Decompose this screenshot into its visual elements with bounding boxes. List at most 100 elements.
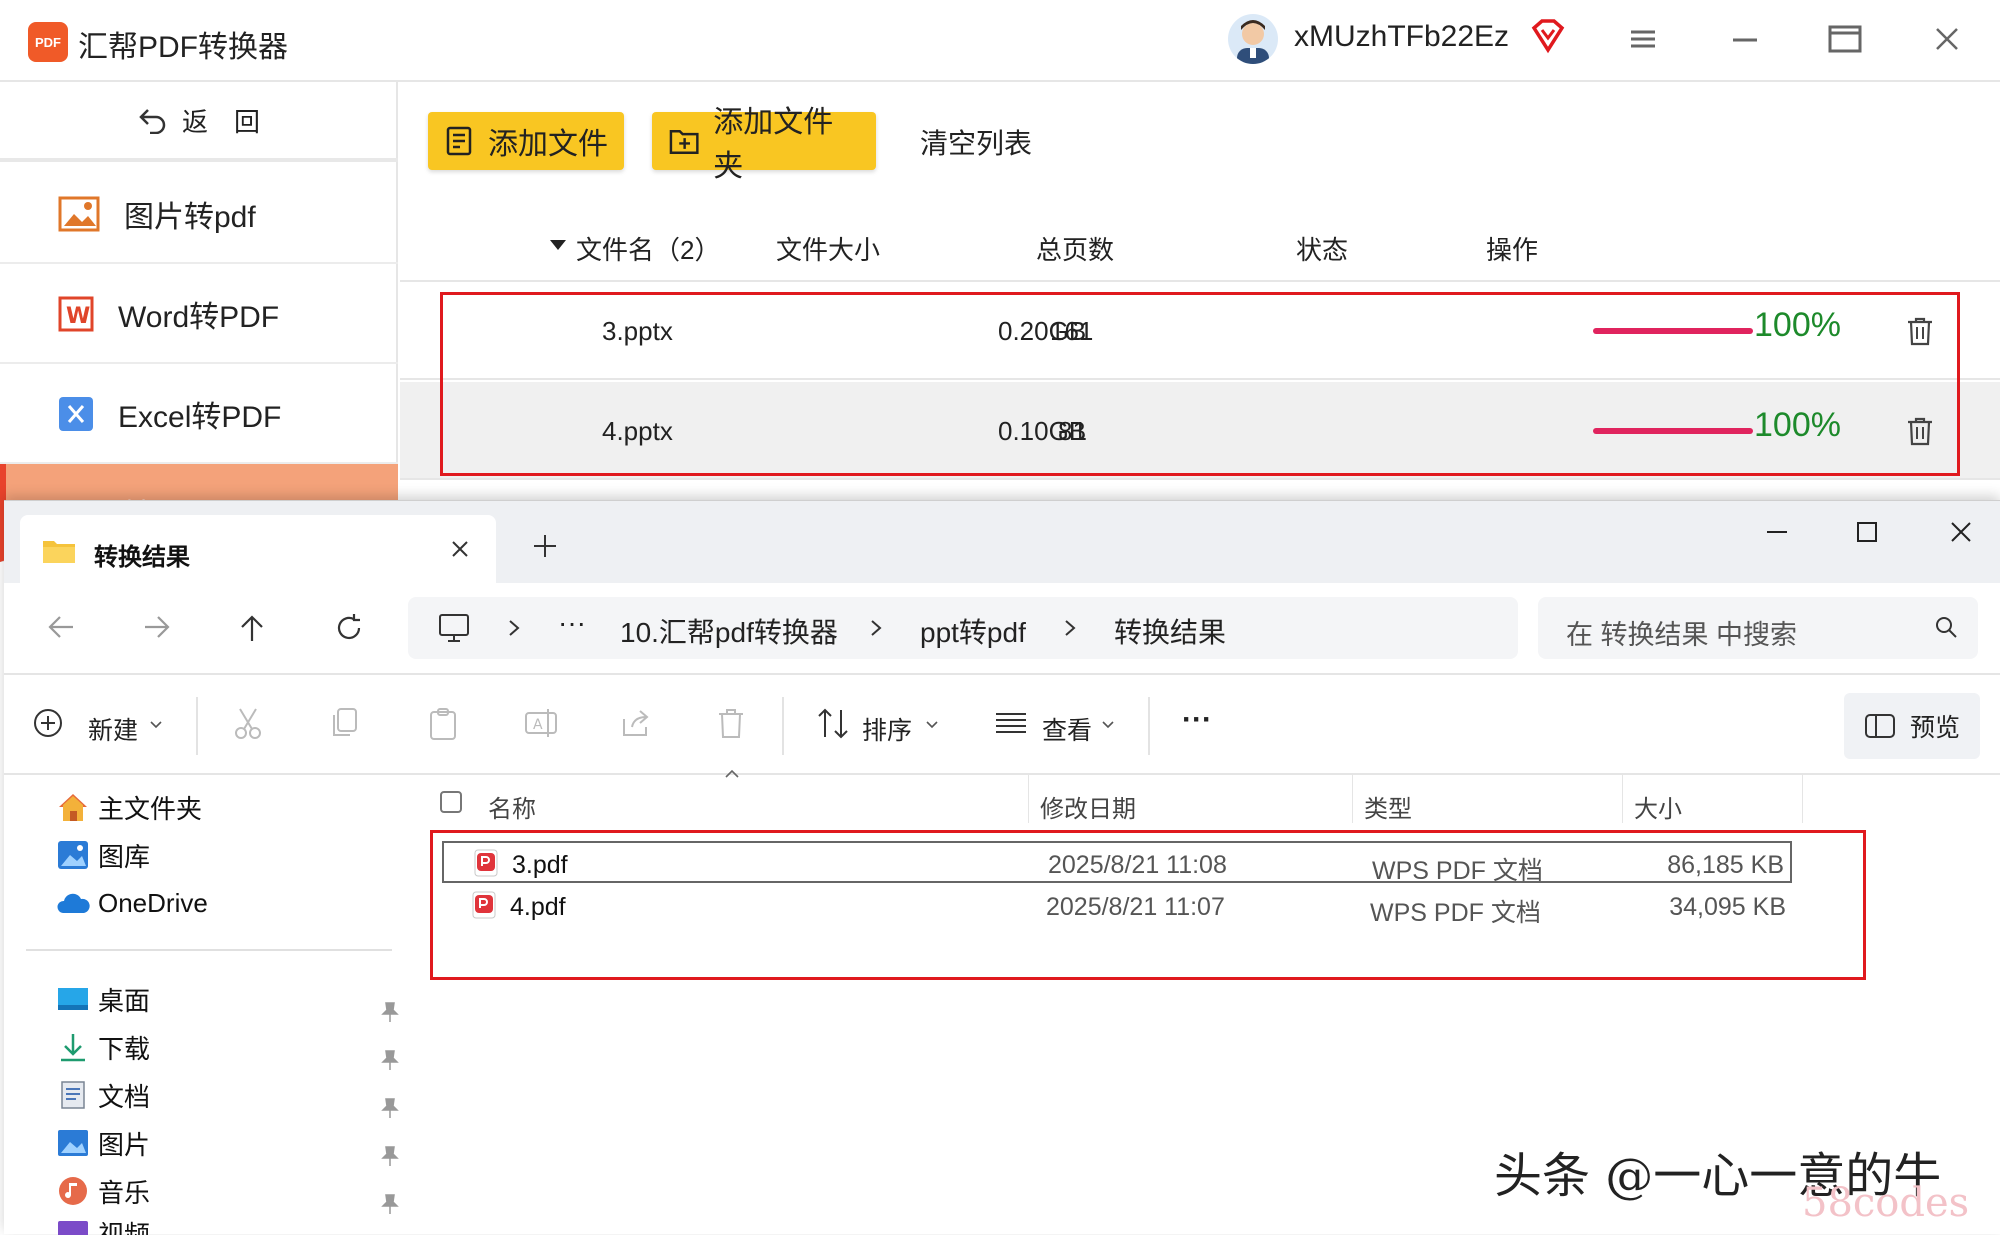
close-icon[interactable]	[1932, 24, 1962, 54]
chevron-right-icon[interactable]	[870, 619, 882, 637]
refresh-icon[interactable]	[334, 613, 364, 643]
column-date[interactable]: 修改日期	[1040, 789, 1136, 824]
search-icon[interactable]	[1934, 615, 1958, 639]
vip-diamond-icon[interactable]	[1530, 18, 1566, 54]
column-action: 操作	[1486, 235, 1539, 265]
pin-icon[interactable]	[380, 1049, 400, 1071]
cut-icon[interactable]	[232, 707, 264, 741]
copy-icon[interactable]	[330, 707, 360, 739]
column-divider[interactable]	[1352, 775, 1353, 823]
nav-item-videos[interactable]: 视频	[56, 1217, 150, 1235]
add-file-label: 添加文件	[488, 128, 608, 161]
column-filename[interactable]: 文件名（2）	[576, 230, 720, 267]
clear-list-button[interactable]: 清空列表	[920, 122, 1032, 162]
breadcrumb-item[interactable]: 10.汇帮pdf转换器	[620, 611, 838, 651]
nav-label: 下载	[98, 1033, 151, 1064]
username[interactable]: xMUzhTFb22Ez	[1294, 20, 1509, 54]
view-button[interactable]: 查看	[1042, 711, 1092, 747]
nav-item-music[interactable]: 音乐	[56, 1173, 150, 1209]
plus-circle-icon[interactable]	[32, 707, 64, 739]
tab-conversion-results[interactable]: 转换结果	[20, 515, 496, 585]
column-divider[interactable]	[1802, 775, 1803, 823]
sidebar-item-word-to-pdf[interactable]: W Word转PDF	[0, 266, 398, 364]
up-arrow-icon[interactable]	[238, 613, 266, 643]
rename-icon[interactable]: A	[524, 707, 558, 739]
desktop-icon	[58, 988, 88, 1010]
avatar[interactable]	[1228, 14, 1278, 64]
chevron-right-icon[interactable]	[508, 619, 520, 637]
breadcrumb-ellipsis[interactable]: ···	[558, 607, 586, 639]
maximize-icon[interactable]	[1854, 519, 1880, 545]
preview-pane-icon	[1864, 714, 1895, 738]
menu-icon[interactable]	[1628, 24, 1658, 54]
preview-button[interactable]: 预览	[1844, 693, 1980, 759]
app-titlebar: PDF 汇帮PDF转换器 xMUzhTFb22Ez	[0, 0, 2000, 82]
excel-icon	[59, 397, 93, 431]
chevron-right-icon[interactable]	[1064, 619, 1076, 637]
chevron-down-icon[interactable]	[1102, 721, 1114, 729]
delete-icon[interactable]	[716, 707, 746, 739]
close-icon[interactable]	[1948, 519, 1974, 545]
annotation-highlight-box	[440, 292, 1960, 476]
pin-icon[interactable]	[380, 1097, 400, 1119]
command-bar: 新建 A 排序 查看 ··· 预览	[4, 675, 2000, 775]
minimize-icon[interactable]	[1764, 519, 1790, 545]
nav-item-gallery[interactable]: 图库	[56, 837, 150, 873]
column-name[interactable]: 名称	[488, 789, 536, 824]
new-button[interactable]: 新建	[88, 711, 138, 747]
nav-label: 视频	[98, 1220, 151, 1235]
nav-item-pictures[interactable]: 图片	[56, 1125, 150, 1161]
select-all-checkbox[interactable]	[440, 791, 462, 813]
nav-item-home[interactable]: 主文件夹	[56, 789, 202, 825]
nav-label: OneDrive	[98, 887, 208, 918]
nav-label: 图片	[98, 1129, 151, 1160]
nav-label: 文档	[98, 1081, 151, 1112]
sort-down-icon[interactable]	[550, 240, 566, 252]
sort-icon[interactable]	[816, 707, 850, 739]
new-tab-icon[interactable]	[532, 533, 558, 559]
forward-arrow-icon[interactable]	[142, 613, 172, 641]
maximize-icon[interactable]	[1828, 24, 1862, 54]
search-input[interactable]: 在 转换结果 中搜索	[1538, 597, 1978, 659]
divider	[782, 697, 784, 755]
view-list-icon[interactable]	[994, 711, 1028, 735]
sidebar-item-image-to-pdf[interactable]: 图片转pdf	[0, 166, 398, 264]
column-divider[interactable]	[1028, 775, 1029, 823]
column-size[interactable]: 大小	[1634, 789, 1682, 824]
file-list-header: 名称 修改日期 类型 大小	[412, 769, 1812, 824]
paste-icon[interactable]	[428, 707, 458, 741]
breadcrumb-item[interactable]: ppt转pdf	[920, 611, 1026, 651]
chevron-down-icon[interactable]	[150, 721, 162, 729]
close-icon[interactable]	[448, 537, 472, 561]
back-arrow-icon[interactable]	[46, 613, 76, 641]
address-bar[interactable]: ··· 10.汇帮pdf转换器 ppt转pdf 转换结果	[408, 597, 1518, 659]
share-icon[interactable]	[620, 707, 652, 739]
breadcrumb-item[interactable]: 转换结果	[1114, 611, 1226, 651]
sort-button[interactable]: 排序	[862, 711, 912, 747]
add-folder-button[interactable]: 添加文件夹	[652, 106, 876, 183]
more-button[interactable]: ···	[1182, 703, 1212, 737]
computer-icon[interactable]	[438, 613, 470, 643]
image-icon	[58, 196, 100, 232]
nav-item-downloads[interactable]: 下载	[56, 1029, 150, 1065]
nav-item-onedrive[interactable]: OneDrive	[56, 885, 208, 921]
download-icon	[61, 1034, 85, 1062]
folder-icon	[43, 541, 75, 563]
column-pages: 总页数	[1036, 235, 1115, 265]
minimize-icon[interactable]	[1730, 24, 1760, 54]
sidebar-item-excel-to-pdf[interactable]: Excel转PDF	[0, 366, 398, 464]
nav-item-desktop[interactable]: 桌面	[56, 981, 150, 1017]
address-toolbar: ··· 10.汇帮pdf转换器 ppt转pdf 转换结果 在 转换结果 中搜索	[4, 583, 2000, 675]
add-file-button[interactable]: 添加文件	[428, 112, 624, 170]
column-divider[interactable]	[1622, 775, 1623, 823]
explorer-tabbar: 转换结果	[4, 501, 2000, 585]
preview-label: 预览	[1909, 714, 1960, 742]
nav-item-documents[interactable]: 文档	[56, 1077, 150, 1113]
back-button[interactable]: 返 回	[0, 82, 398, 162]
column-type[interactable]: 类型	[1364, 789, 1412, 824]
pin-icon[interactable]	[380, 1001, 400, 1023]
pin-icon[interactable]	[380, 1145, 400, 1167]
pictures-icon	[58, 1130, 88, 1156]
pin-icon[interactable]	[380, 1193, 400, 1215]
chevron-down-icon[interactable]	[926, 721, 938, 729]
